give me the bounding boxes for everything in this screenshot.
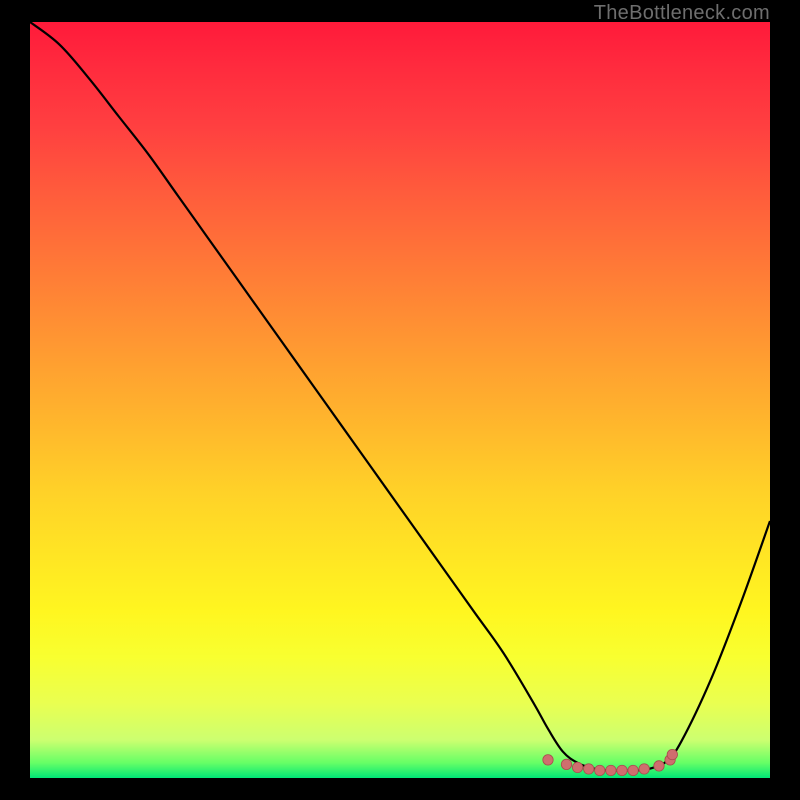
- marker-dot: [617, 765, 627, 775]
- marker-dot: [654, 761, 664, 771]
- marker-dot: [595, 765, 605, 775]
- marker-dot: [628, 765, 638, 775]
- marker-dot: [543, 755, 553, 765]
- curve-svg: [30, 22, 770, 778]
- chart-frame: TheBottleneck.com: [0, 0, 800, 800]
- marker-dot: [584, 764, 594, 774]
- marker-dot: [667, 749, 677, 759]
- plot-area: [30, 22, 770, 778]
- marker-dot: [572, 762, 582, 772]
- marker-dot: [561, 759, 571, 769]
- marker-dot: [639, 764, 649, 774]
- bottleneck-curve: [30, 22, 770, 771]
- marker-dot: [606, 765, 616, 775]
